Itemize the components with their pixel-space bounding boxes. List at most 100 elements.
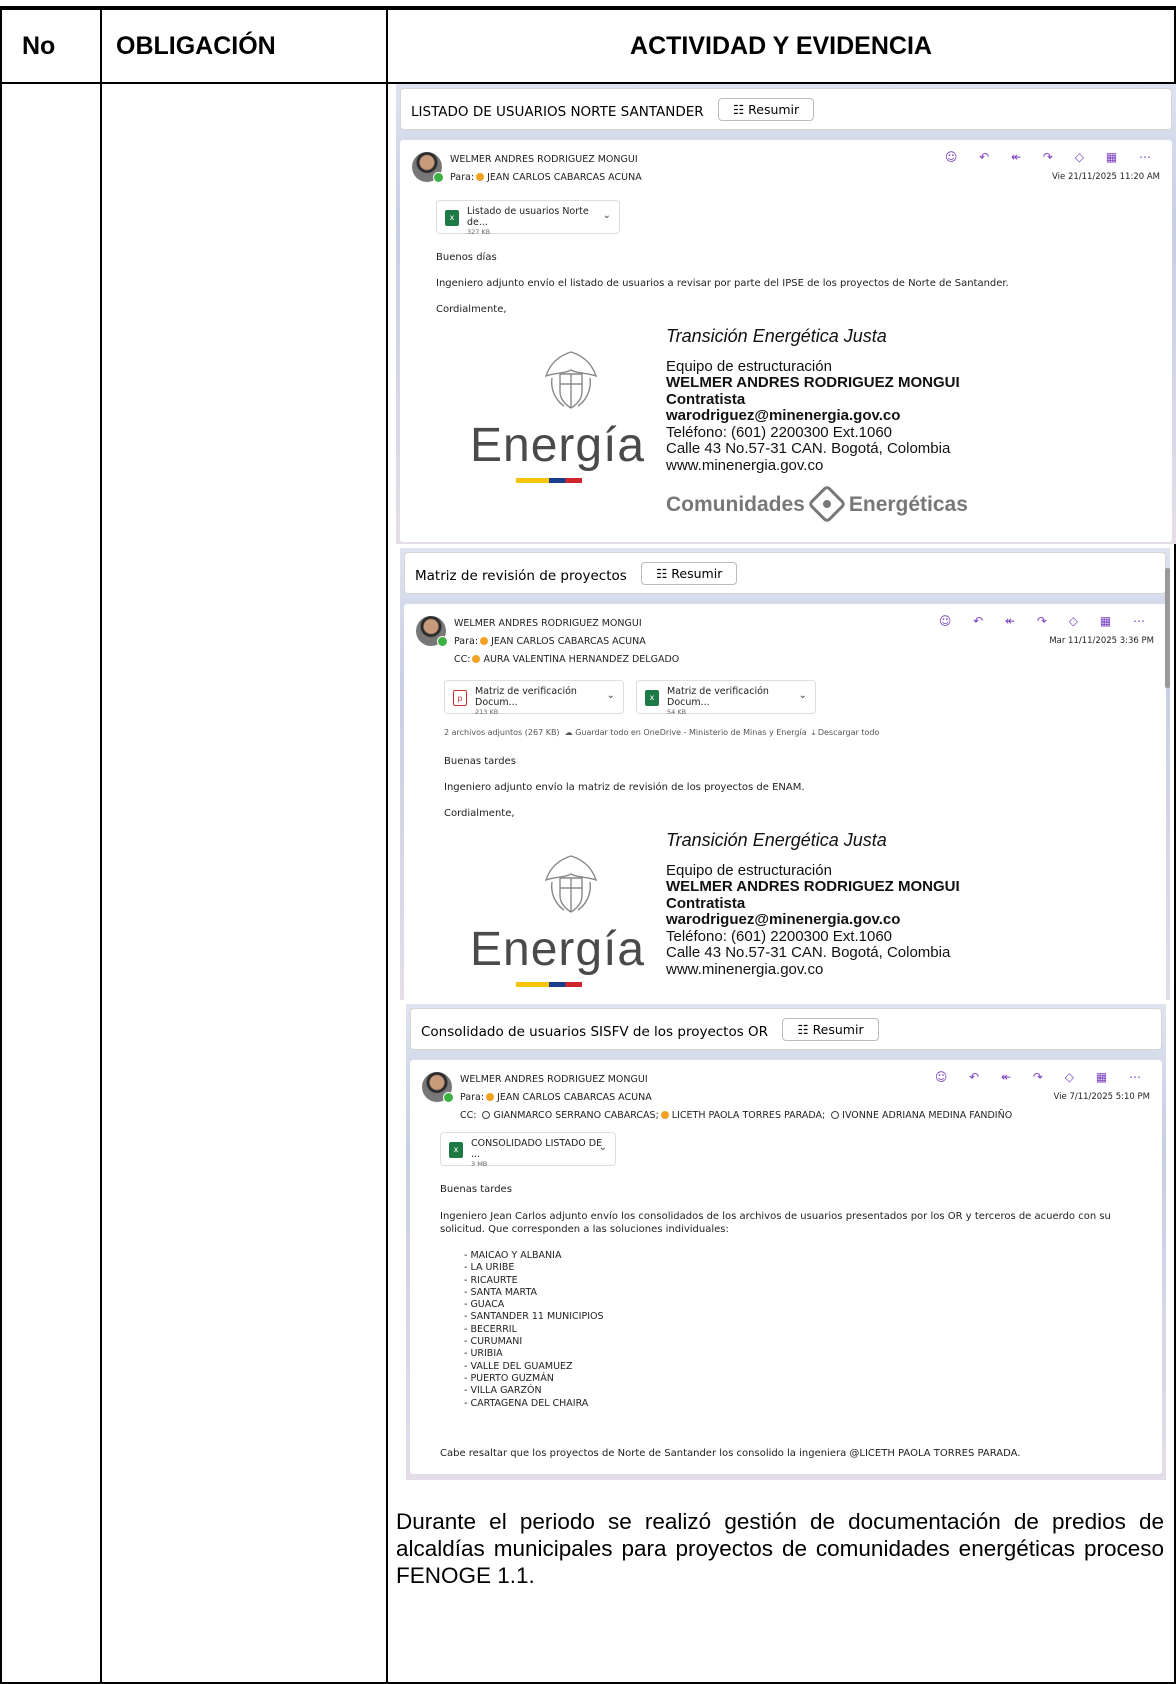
email-header: Consolidado de usuarios SISFV de los pro…	[410, 1008, 1162, 1050]
cc-recipient: LICETH PAOLA TORRES PARADA;	[671, 1110, 826, 1121]
email-subject: Consolidado de usuarios SISFV de los pro…	[421, 1024, 769, 1040]
list-item: - VALLE DEL GUAMUEZ	[464, 1360, 573, 1372]
excel-icon: x	[645, 690, 659, 706]
header-obligacion: OBLIGACIÓN	[100, 8, 388, 84]
attachment[interactable]: x Matriz de verificación Docum... 54 KB ⌄	[636, 680, 816, 716]
coat-of-arms-logo	[544, 855, 598, 913]
to-prefix: Para:	[454, 636, 479, 647]
list-item: - MAICAO Y ALBANIA	[464, 1250, 562, 1261]
summarize-button[interactable]: ☷ Resumir	[641, 562, 738, 585]
program-right: Energéticas	[848, 493, 968, 516]
to-prefix: Para:	[450, 172, 475, 183]
email-actions-icons[interactable]: ☺ ↶ ↞ ↷ ◇ ▦ ⋯	[935, 1070, 1150, 1084]
email-date: Vie 7/11/2025 5:10 PM	[1053, 1092, 1150, 1102]
sig-name: WELMER ANDRES RODRIGUEZ MONGUI	[666, 878, 960, 895]
attachment-name: Matriz de verificación Docum...	[667, 686, 769, 708]
email-body: WELMER ANDRES RODRIGUEZ MONGUI Para: JEAN…	[404, 604, 1166, 1000]
list-item: - LA URIBE	[464, 1262, 515, 1274]
program-logo: Comunidades Energéticas	[666, 484, 968, 524]
sender-name: WELMER ANDRES RODRIGUEZ MONGUI	[460, 1074, 648, 1085]
contact-icon	[831, 1111, 840, 1119]
body-text: Ingeniero Jean Carlos adjunto envío los …	[440, 1211, 1111, 1235]
list-item: - URIBIA	[464, 1348, 503, 1360]
recipient: JEAN CARLOS CABARCAS ACUNA	[491, 636, 646, 647]
attachment-size: 213 KB	[475, 708, 499, 716]
sig-role: Contratista	[666, 390, 746, 408]
cell-no	[0, 82, 102, 1684]
excel-icon: x	[449, 1142, 463, 1158]
cc-recipient: IVONNE ADRIANA MEDINA FANDIÑO	[842, 1110, 1013, 1121]
signature: Energía Transición Energética Justa Equi…	[400, 326, 1172, 528]
scrollbar[interactable]	[1165, 568, 1170, 688]
presence-dot	[476, 173, 485, 181]
sig-role: Contratista	[666, 894, 746, 912]
chevron-down-icon[interactable]: ⌄	[603, 210, 611, 221]
list-item: - RICAURTE	[464, 1274, 518, 1286]
cc-line: CC: AURA VALENTINA HERNANDEZ DELGADO	[454, 654, 679, 665]
presence-dot	[480, 637, 489, 645]
download-all-link[interactable]: Descargar todo	[818, 728, 880, 737]
list-item: - PUERTO GUZMÁN	[464, 1372, 554, 1384]
email-screenshot-3: Consolidado de usuarios SISFV de los pro…	[406, 1004, 1166, 1480]
coat-of-arms-logo	[544, 351, 598, 409]
email-actions-icons[interactable]: ☺ ↶ ↞ ↷ ◇ ▦ ⋯	[945, 150, 1160, 164]
email-header: Matriz de revisión de proyectos ☷ Resumi…	[404, 552, 1166, 594]
summarize-button[interactable]: ☷ Resumir	[782, 1018, 879, 1041]
tagline: Transición Energética Justa	[666, 326, 887, 346]
recipient-line: Para: JEAN CARLOS CABARCAS ACUNA	[460, 1092, 652, 1103]
attachment-name: CONSOLIDADO LISTADO DE ...	[471, 1138, 603, 1160]
summarize-label: Resumir	[812, 1022, 864, 1037]
email-subject: Matriz de revisión de proyectos	[415, 568, 627, 584]
attachment[interactable]: p Matriz de verificación Docum... 213 KB ⌄	[444, 680, 624, 716]
signature-text: Transición Energética Justa Equipo de es…	[666, 831, 960, 978]
excel-icon: x	[445, 210, 459, 226]
closing: Cordialmente,	[436, 304, 507, 315]
email-header: LISTADO DE USUARIOS NORTE SANTANDER ☷ Re…	[400, 88, 1172, 130]
table-header-row: No OBLIGACIÓN ACTIVIDAD Y EVIDENCIA	[0, 8, 1176, 84]
chevron-down-icon[interactable]: ⌄	[799, 690, 807, 701]
municipality-list: - MAICAO Y ALBANIA - LA URIBE - RICAURTE…	[464, 1250, 604, 1410]
email-date: Mar 11/11/2025 3:36 PM	[1049, 636, 1154, 646]
list-item: - VILLA GARZÓN	[464, 1385, 542, 1397]
chevron-down-icon[interactable]: ⌄	[599, 1142, 607, 1153]
chevron-down-icon[interactable]: ⌄	[607, 690, 615, 701]
avatar	[422, 1072, 454, 1103]
attachment[interactable]: x Listado de usuarios Norte de... 327 KB ⌄	[436, 200, 620, 236]
avatar	[416, 616, 448, 647]
pdf-icon: p	[453, 690, 467, 706]
email-actions-icons[interactable]: ☺ ↶ ↞ ↷ ◇ ▦ ⋯	[939, 614, 1154, 628]
sender-name: WELMER ANDRES RODRIGUEZ MONGUI	[450, 154, 638, 165]
sig-web: www.minenergia.gov.co	[666, 960, 824, 978]
recipient: JEAN CARLOS CABARCAS ACUNA	[497, 1092, 652, 1103]
program-left: Comunidades	[666, 493, 805, 516]
attachments-count: 2 archivos adjuntos (267 KB)	[444, 728, 560, 737]
email-screenshot-2: Matriz de revisión de proyectos ☷ Resumi…	[400, 548, 1170, 1000]
table-row: LISTADO DE USUARIOS NORTE SANTANDER ☷ Re…	[0, 82, 1176, 1684]
cell-obligacion	[100, 82, 388, 1684]
sig-address: Calle 43 No.57-31 CAN. Bogotá, Colombia	[666, 944, 951, 961]
header-no: No	[0, 8, 102, 84]
flag-stripe	[516, 982, 582, 987]
program-icon	[807, 484, 847, 524]
energia-logo: Energía	[470, 419, 646, 472]
signature: Energía Transición Energética Justa Equi…	[400, 831, 1162, 1000]
sig-web: www.minenergia.gov.co	[666, 456, 824, 474]
sig-address: Calle 43 No.57-31 CAN. Bogotá, Colombia	[666, 440, 951, 457]
header-actividad: ACTIVIDAD Y EVIDENCIA	[386, 8, 1176, 84]
recipient-line: Para: JEAN CARLOS CABARCAS ACUNA	[450, 172, 642, 183]
attachment-name: Listado de usuarios Norte de...	[467, 206, 589, 228]
attachment-size: 327 KB	[467, 228, 491, 236]
list-item: - BECERRIL	[464, 1323, 517, 1335]
presence-dot	[472, 655, 481, 663]
contact-icon	[482, 1111, 491, 1119]
cc-recipient: AURA VALENTINA HERNANDEZ DELGADO	[483, 654, 680, 665]
body-text: Ingeniero adjunto envío el listado de us…	[436, 278, 1009, 289]
cc-prefix: CC:	[454, 654, 471, 665]
team: Equipo de estructuración	[666, 357, 832, 375]
summarize-label: Resumir	[671, 566, 723, 581]
save-onedrive-link[interactable]: Guardar todo en OneDrive - Ministerio de…	[575, 728, 806, 737]
attachment-size: 54 KB	[667, 708, 687, 716]
list-item: - CARTAGENA DEL CHAIRA	[464, 1397, 589, 1409]
summarize-button[interactable]: ☷ Resumir	[717, 98, 815, 121]
attachment[interactable]: x CONSOLIDADO LISTADO DE ... 3 MB ⌄	[440, 1132, 616, 1168]
